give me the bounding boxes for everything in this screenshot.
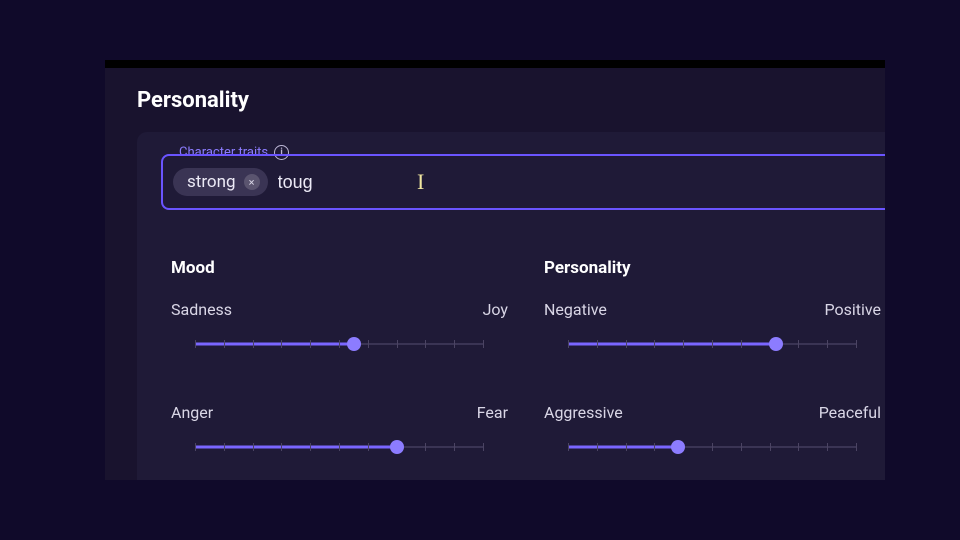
slider-right-label: Peaceful <box>819 403 881 422</box>
character-traits-field-wrap: Character traits i strong × I › <box>161 154 885 222</box>
slider-fill <box>195 446 397 449</box>
close-icon[interactable]: × <box>244 174 260 190</box>
sliders-grid: Mood Sadness Joy <box>161 258 885 456</box>
slider-sadness-joy: Sadness Joy <box>171 300 508 353</box>
slider-left-label: Negative <box>544 300 607 319</box>
slider-track[interactable] <box>568 438 857 456</box>
slider-fill <box>568 343 776 346</box>
slider-labels: Sadness Joy <box>171 300 508 319</box>
slider-left-label: Anger <box>171 403 213 422</box>
slider-aggressive-peaceful: Aggressive Peaceful <box>544 403 881 456</box>
slider-track[interactable] <box>195 335 484 353</box>
slider-right-label: Positive <box>824 300 881 319</box>
slider-labels: Anger Fear <box>171 403 508 422</box>
slider-thumb[interactable] <box>390 440 404 454</box>
personality-column: Personality Negative Positive <box>544 258 881 353</box>
slider-track[interactable] <box>195 438 484 456</box>
trait-chip-label: strong <box>187 172 236 192</box>
slider-labels: Aggressive Peaceful <box>544 403 881 422</box>
slider-thumb[interactable] <box>347 337 361 351</box>
mood-column: Mood Sadness Joy <box>171 258 508 353</box>
personality-heading: Personality <box>544 258 881 278</box>
panel-frame: Personality Character traits i strong × … <box>105 60 885 480</box>
slider-right-label: Joy <box>483 300 508 319</box>
slider-fill <box>568 446 678 449</box>
slider-fill <box>195 343 354 346</box>
slider-left-label: Aggressive <box>544 403 623 422</box>
personality-column-2: Aggressive Peaceful <box>544 403 881 456</box>
slider-track[interactable] <box>568 335 857 353</box>
slider-left-label: Sadness <box>171 300 232 319</box>
slider-negative-positive: Negative Positive <box>544 300 881 353</box>
mood-heading: Mood <box>171 258 508 278</box>
slider-thumb[interactable] <box>671 440 685 454</box>
app-stage: Personality Character traits i strong × … <box>0 0 960 540</box>
character-traits-field[interactable]: strong × I › <box>161 154 885 210</box>
slider-anger-fear: Anger Fear <box>171 403 508 456</box>
character-traits-input[interactable] <box>278 172 510 193</box>
slider-labels: Negative Positive <box>544 300 881 319</box>
personality-panel: Character traits i strong × I › Mood <box>137 132 885 480</box>
slider-thumb[interactable] <box>769 337 783 351</box>
mood-column-2: Anger Fear <box>171 403 508 456</box>
slider-right-label: Fear <box>477 403 508 422</box>
trait-chip-strong[interactable]: strong × <box>173 168 268 196</box>
page-title: Personality <box>137 88 249 113</box>
